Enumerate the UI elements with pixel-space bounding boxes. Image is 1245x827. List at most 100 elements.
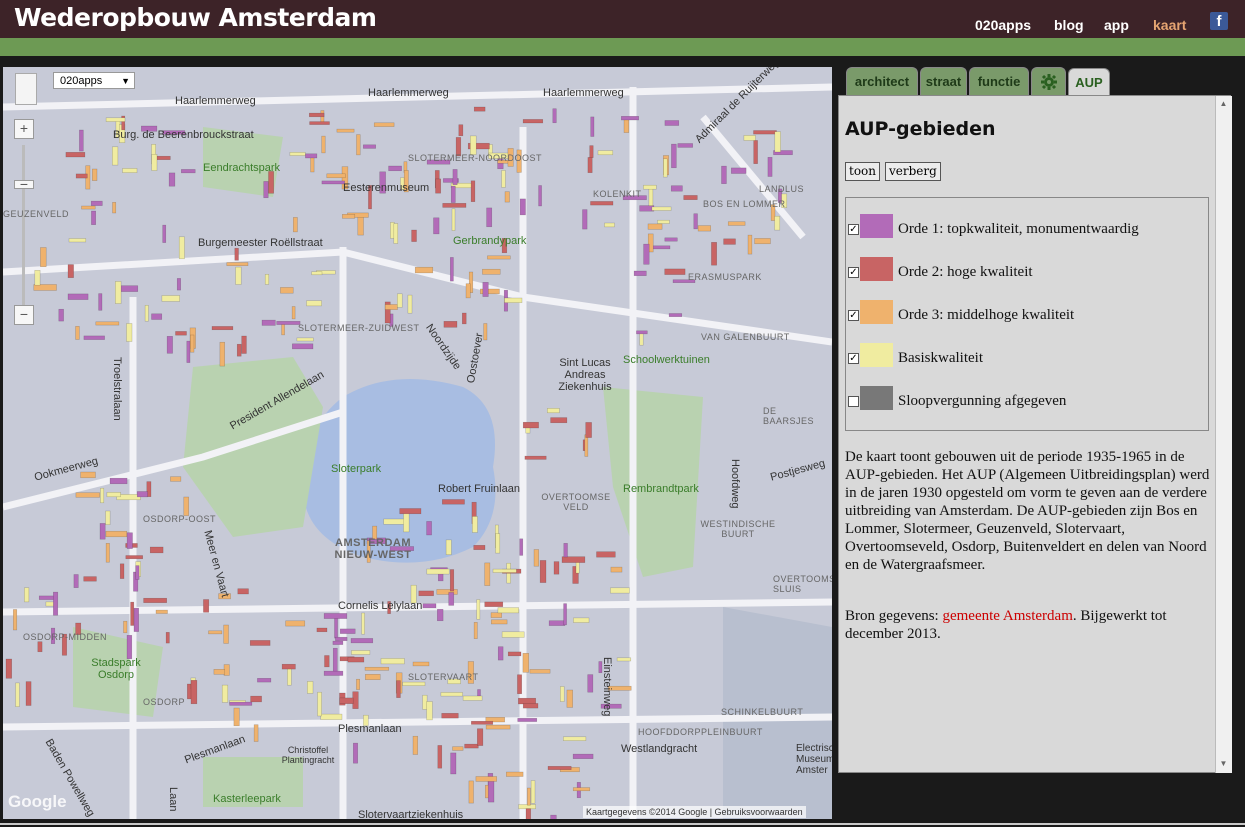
building[interactable] (767, 157, 773, 177)
building[interactable] (123, 620, 128, 634)
building[interactable] (731, 167, 747, 174)
building[interactable] (774, 131, 781, 153)
building[interactable] (590, 116, 595, 137)
building[interactable] (380, 658, 405, 665)
building[interactable] (353, 742, 358, 764)
building[interactable] (316, 627, 328, 633)
building[interactable] (208, 630, 223, 635)
building[interactable] (610, 587, 630, 594)
checkbox-orde1[interactable]: ✓ (848, 224, 859, 235)
building[interactable] (552, 108, 557, 124)
building[interactable] (621, 116, 639, 121)
building[interactable] (151, 154, 158, 171)
building[interactable] (384, 304, 398, 310)
building[interactable] (414, 266, 434, 274)
building[interactable] (356, 134, 361, 156)
building[interactable] (495, 533, 501, 554)
building[interactable] (525, 808, 531, 819)
building[interactable] (233, 707, 240, 727)
building[interactable] (482, 268, 501, 275)
building[interactable] (223, 624, 229, 644)
building[interactable] (604, 222, 615, 228)
building[interactable] (219, 341, 225, 367)
building[interactable] (281, 663, 296, 670)
zoom-track[interactable] (22, 145, 25, 305)
building[interactable] (522, 703, 539, 709)
building[interactable] (450, 752, 457, 775)
building[interactable] (229, 701, 253, 706)
building[interactable] (723, 238, 736, 245)
building[interactable] (411, 229, 417, 242)
building[interactable] (550, 417, 568, 424)
tab-aup[interactable]: AUP (1068, 68, 1110, 97)
building[interactable] (664, 268, 686, 275)
building[interactable] (472, 516, 478, 533)
building[interactable] (437, 745, 443, 769)
building[interactable] (181, 169, 196, 174)
building[interactable] (95, 321, 120, 326)
building[interactable] (90, 200, 103, 206)
checkbox-orde3[interactable]: ✓ (848, 310, 859, 321)
building[interactable] (166, 336, 173, 354)
building[interactable] (727, 221, 746, 226)
building[interactable] (639, 332, 644, 346)
building[interactable] (81, 205, 96, 210)
building[interactable] (149, 546, 164, 554)
building[interactable] (125, 555, 143, 560)
building[interactable] (418, 590, 434, 597)
building[interactable] (397, 293, 403, 308)
building[interactable] (356, 678, 360, 690)
building[interactable] (213, 669, 225, 675)
building[interactable] (754, 238, 771, 245)
checkbox-sloop[interactable] (848, 396, 859, 407)
building[interactable] (80, 471, 96, 479)
building[interactable] (517, 674, 522, 695)
building[interactable] (437, 609, 444, 622)
building[interactable] (24, 587, 30, 603)
building[interactable] (470, 180, 476, 202)
zoom-out-button[interactable]: − (14, 305, 34, 325)
building[interactable] (323, 670, 344, 676)
building[interactable] (183, 496, 189, 516)
tab-straat[interactable]: straat (920, 67, 967, 95)
building[interactable] (112, 146, 119, 166)
building[interactable] (285, 620, 306, 627)
building[interactable] (393, 223, 399, 244)
building[interactable] (721, 165, 727, 184)
building[interactable] (165, 632, 170, 644)
building[interactable] (264, 274, 270, 285)
building[interactable] (663, 158, 668, 178)
building[interactable] (471, 720, 494, 725)
building[interactable] (633, 270, 647, 276)
map-canvas[interactable] (3, 67, 832, 819)
map-copyright[interactable]: Kaartgegevens ©2014 Google | Gebruiksvoo… (583, 806, 806, 818)
building[interactable] (412, 661, 430, 667)
building[interactable] (492, 568, 517, 573)
building[interactable] (506, 771, 524, 777)
building[interactable] (305, 153, 318, 159)
building[interactable] (504, 297, 523, 303)
building[interactable] (452, 169, 458, 185)
building[interactable] (651, 245, 671, 250)
building[interactable] (234, 247, 239, 261)
building[interactable] (105, 543, 110, 563)
building[interactable] (486, 207, 493, 228)
building[interactable] (527, 787, 531, 806)
building[interactable] (226, 262, 249, 266)
building[interactable] (407, 294, 413, 314)
building[interactable] (162, 224, 167, 243)
building[interactable] (321, 180, 345, 185)
building[interactable] (664, 120, 680, 126)
building[interactable] (538, 185, 542, 207)
building[interactable] (422, 603, 437, 609)
building[interactable] (450, 185, 456, 203)
building[interactable] (130, 601, 135, 626)
nav-020apps[interactable]: 020apps (975, 17, 1031, 33)
building[interactable] (332, 647, 338, 672)
building[interactable] (711, 242, 717, 266)
building[interactable] (326, 173, 346, 179)
building[interactable] (336, 128, 355, 133)
building[interactable] (651, 206, 672, 211)
building[interactable] (563, 736, 587, 741)
building[interactable] (517, 718, 538, 722)
